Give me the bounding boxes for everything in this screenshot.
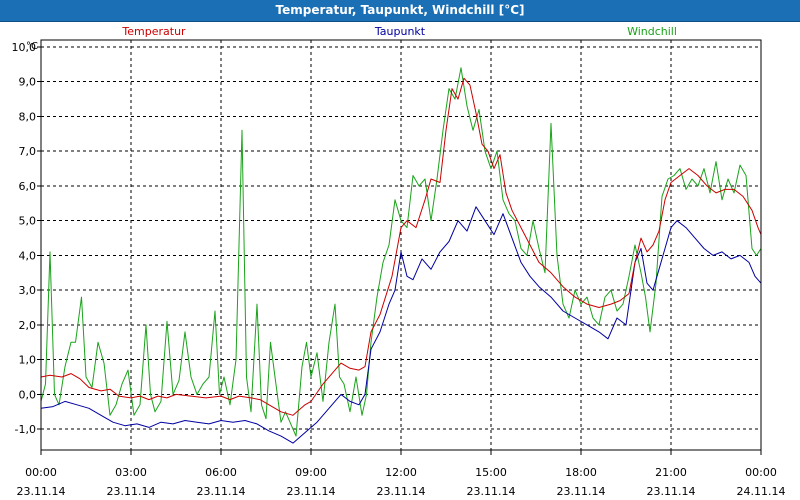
y-tick-label: 8,0: [19, 110, 37, 123]
y-tick-label: 1,0: [19, 354, 37, 367]
x-tick-time-label: 18:00: [565, 466, 597, 479]
x-tick-date-label: 23.11.14: [377, 485, 426, 498]
x-tick-time-label: 00:00: [745, 466, 777, 479]
x-tick-time-label: 09:00: [295, 466, 327, 479]
y-axis-unit: °C: [26, 41, 38, 52]
x-tick-date-label: 24.11.14: [737, 485, 786, 498]
x-tick-date-label: 23.11.14: [467, 485, 516, 498]
y-tick-label: 3,0: [19, 284, 37, 297]
legend-item-taupunkt: Taupunkt: [374, 25, 426, 38]
chart-title-bar: Temperatur, Taupunkt, Windchill [°C]: [0, 0, 800, 22]
legend-item-temperatur: Temperatur: [121, 25, 186, 38]
line-chart: 10,09,08,07,06,05,04,03,02,01,00,0-1,0 0…: [0, 22, 800, 500]
y-tick-label: 2,0: [19, 319, 37, 332]
x-tick-time-label: 00:00: [25, 466, 57, 479]
y-tick-label: -1,0: [15, 423, 36, 436]
y-tick-label: 7,0: [19, 145, 37, 158]
x-tick-date-label: 23.11.14: [197, 485, 246, 498]
y-tick-label: 4,0: [19, 249, 37, 262]
y-tick-label: 6,0: [19, 180, 37, 193]
y-tick-label: 9,0: [19, 76, 37, 89]
x-tick-date-label: 23.11.14: [647, 485, 696, 498]
x-tick-time-label: 12:00: [385, 466, 417, 479]
legend-item-windchill: Windchill: [627, 25, 677, 38]
x-tick-time-label: 21:00: [655, 466, 687, 479]
x-tick-time-label: 03:00: [115, 466, 147, 479]
x-tick-date-label: 23.11.14: [17, 485, 66, 498]
x-tick-date-label: 23.11.14: [107, 485, 156, 498]
x-tick-date-label: 23.11.14: [557, 485, 606, 498]
y-tick-label: 0,0: [19, 388, 37, 401]
chart-title: Temperatur, Taupunkt, Windchill [°C]: [275, 3, 525, 17]
x-tick-time-label: 15:00: [475, 466, 507, 479]
x-tick-time-label: 06:00: [205, 466, 237, 479]
y-tick-label: 5,0: [19, 215, 37, 228]
x-tick-date-label: 23.11.14: [287, 485, 336, 498]
